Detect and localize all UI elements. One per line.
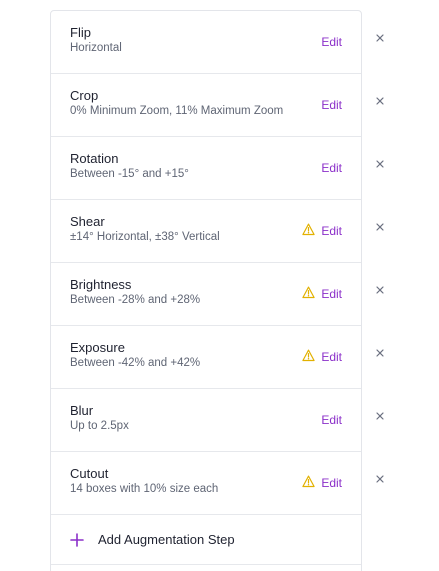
augmentation-steps-page: Flip Horizontal Edit Crop 0% Minimum Zoom, 1… xyxy=(0,0,439,571)
edit-step-button[interactable]: Edit xyxy=(321,224,342,238)
step-subtitle: Between -28% and +28% xyxy=(70,294,201,306)
step-subtitle: Horizontal xyxy=(70,42,122,54)
warning-icon xyxy=(302,223,315,236)
augmentation-step-row-exposure: Exposure Between -42% and +42% Edit xyxy=(51,326,384,389)
edit-step-button[interactable]: Edit xyxy=(321,98,342,112)
step-subtitle: Up to 2.5px xyxy=(70,420,129,432)
step-title: Crop xyxy=(70,88,99,103)
step-subtitle: 0% Minimum Zoom, 11% Maximum Zoom xyxy=(70,105,284,117)
augmentation-step-row-brightness: Brightness Between -28% and +28% Edit xyxy=(51,263,384,326)
augmentation-step-row-rotation: Rotation Between -15° and +15° Edit xyxy=(51,137,384,200)
augmentation-step-row-cutout: Cutout 14 boxes with 10% size each Edit xyxy=(51,452,384,515)
warning-icon xyxy=(302,286,315,299)
augmentation-step-row-blur: Blur Up to 2.5px Edit xyxy=(51,389,384,452)
warning-icon xyxy=(302,475,315,488)
edit-step-button[interactable]: Edit xyxy=(321,287,342,301)
augmentation-steps-panel: Flip Horizontal Edit Crop 0% Minimum Zoom, 1… xyxy=(50,10,384,571)
warning-icon xyxy=(302,349,315,362)
close-icon[interactable] xyxy=(375,411,385,421)
edit-step-button[interactable]: Edit xyxy=(321,350,342,364)
augmentation-step-row-shear: Shear ±14° Horizontal, ±38° Vertical Edit xyxy=(51,200,384,263)
step-subtitle: 14 boxes with 10% size each xyxy=(70,483,219,495)
augmentation-step-row-crop: Crop 0% Minimum Zoom, 11% Maximum Zoom Edi… xyxy=(51,74,384,137)
close-icon[interactable] xyxy=(375,474,385,484)
step-title: Blur xyxy=(70,403,94,418)
step-subtitle: Between -42% and +42% xyxy=(70,357,201,369)
augmentation-step-row-flip: Flip Horizontal Edit xyxy=(51,11,384,74)
augmentation-steps-list: Flip Horizontal Edit Crop 0% Minimum Zoom, 1… xyxy=(51,11,384,515)
step-title: Brightness xyxy=(70,277,132,292)
edit-step-button[interactable]: Edit xyxy=(321,161,342,175)
step-subtitle: ±14° Horizontal, ±38° Vertical xyxy=(70,231,220,243)
step-title: Cutout xyxy=(70,466,109,481)
close-icon[interactable] xyxy=(375,96,385,106)
close-icon[interactable] xyxy=(375,348,385,358)
plus-icon xyxy=(70,533,84,547)
edit-step-button[interactable]: Edit xyxy=(321,413,342,427)
edit-step-button[interactable]: Edit xyxy=(321,476,342,490)
step-title: Shear xyxy=(70,214,105,229)
add-augmentation-step-label: Add Augmentation Step xyxy=(98,532,235,547)
close-icon[interactable] xyxy=(375,222,385,232)
close-icon[interactable] xyxy=(375,159,385,169)
step-subtitle: Between -15° and +15° xyxy=(70,168,189,180)
step-title: Exposure xyxy=(70,340,125,355)
step-title: Rotation xyxy=(70,151,119,166)
close-icon[interactable] xyxy=(375,285,385,295)
step-title: Flip xyxy=(70,25,91,40)
close-icon[interactable] xyxy=(375,33,385,43)
edit-step-button[interactable]: Edit xyxy=(321,35,342,49)
add-augmentation-step-button[interactable]: Add Augmentation Step xyxy=(51,515,361,565)
